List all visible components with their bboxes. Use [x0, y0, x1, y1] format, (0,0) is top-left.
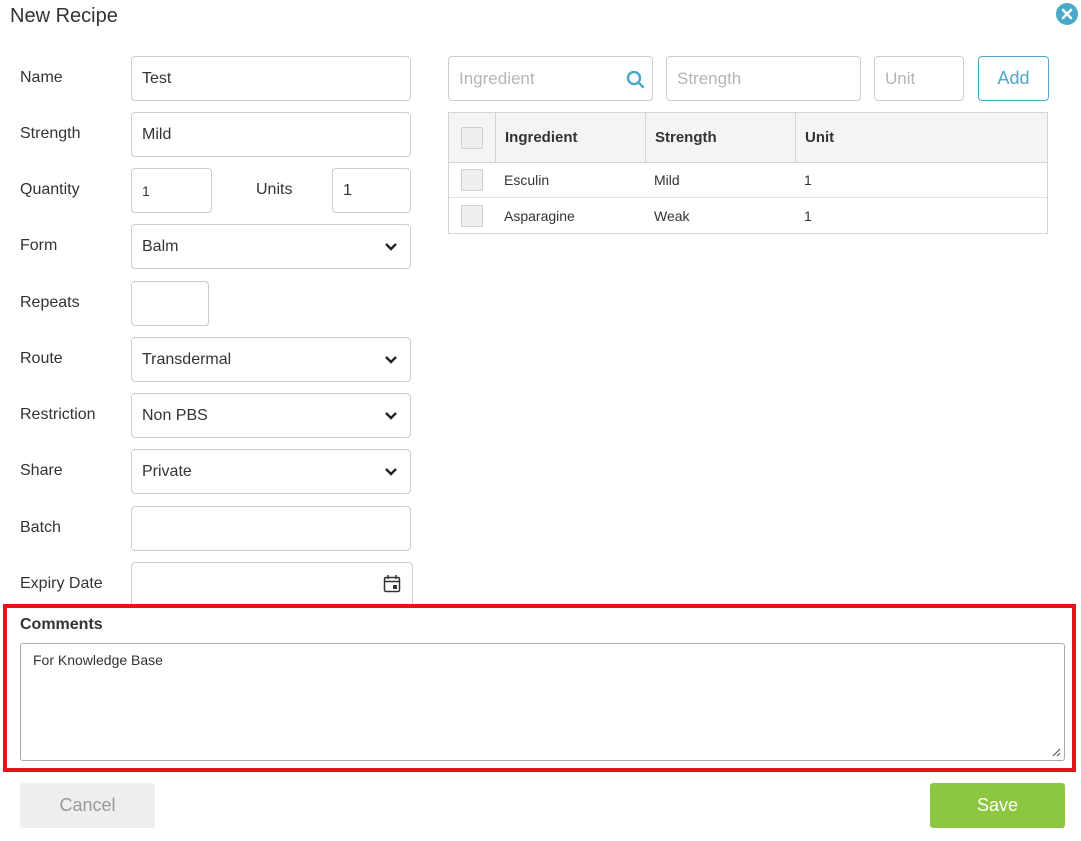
comments-label: Comments — [20, 616, 103, 633]
expiry-date-label: Expiry Date — [20, 575, 103, 592]
search-icon[interactable] — [626, 70, 645, 89]
row-checkbox-cell — [449, 198, 495, 233]
route-select[interactable]: Transdermal — [131, 337, 411, 382]
units-label: Units — [256, 181, 293, 198]
cell-strength: Mild — [654, 172, 680, 188]
strength-value: Mild — [142, 125, 172, 143]
chevron-down-icon — [385, 411, 397, 420]
select-all-cell — [449, 113, 495, 162]
batch-input[interactable] — [131, 506, 411, 551]
cell-ingredient: Asparagine — [504, 207, 575, 224]
quantity-label: Quantity — [20, 181, 80, 198]
dialog-title: New Recipe — [10, 5, 118, 27]
table-row[interactable]: Esculin Mild 1 — [449, 163, 1047, 198]
form-select[interactable]: Balm — [131, 224, 411, 269]
comments-value: For Knowledge Base — [33, 652, 163, 668]
close-icon — [1061, 8, 1073, 20]
unit-placeholder: Unit — [885, 68, 916, 88]
select-all-checkbox[interactable] — [461, 126, 483, 149]
header-ingredient[interactable]: Ingredient — [495, 113, 645, 162]
ingredients-table: Ingredient Strength Unit Esculin Mild 1 … — [448, 112, 1048, 234]
ingredient-placeholder: Ingredient — [459, 68, 535, 88]
ingredient-search-input[interactable]: Ingredient — [448, 56, 653, 101]
add-ingredient-button[interactable]: Add — [978, 56, 1049, 101]
chevron-down-icon — [385, 467, 397, 476]
cell-unit: 1 — [804, 172, 812, 188]
restriction-select[interactable]: Non PBS — [131, 393, 411, 438]
comments-textarea[interactable]: For Knowledge Base — [20, 643, 1065, 761]
form-value: Balm — [142, 237, 179, 255]
repeats-input[interactable] — [131, 281, 209, 326]
close-button[interactable] — [1056, 3, 1078, 25]
chevron-down-icon — [385, 242, 397, 251]
strength-input[interactable]: Mild — [131, 112, 411, 157]
ingredient-unit-input[interactable]: Unit — [874, 56, 964, 101]
cell-strength: Weak — [654, 207, 690, 224]
name-label: Name — [20, 69, 63, 86]
route-value: Transdermal — [142, 350, 232, 368]
strength-label: Strength — [20, 125, 81, 142]
units-value: 1 — [343, 181, 352, 199]
table-header-row: Ingredient Strength Unit — [449, 113, 1047, 163]
strength-placeholder: Strength — [677, 68, 742, 88]
header-strength[interactable]: Strength — [645, 113, 795, 162]
cancel-button[interactable]: Cancel — [20, 783, 155, 828]
form-label: Form — [20, 237, 58, 254]
share-label: Share — [20, 462, 63, 479]
share-select[interactable]: Private — [131, 449, 411, 494]
row-checkbox-cell — [449, 163, 495, 197]
chevron-down-icon — [385, 355, 397, 364]
route-label: Route — [20, 350, 63, 367]
expiry-date-input[interactable] — [131, 562, 413, 607]
resize-grip-icon[interactable] — [1051, 747, 1061, 757]
batch-label: Batch — [20, 519, 61, 536]
name-value: Test — [142, 69, 172, 87]
save-button[interactable]: Save — [930, 783, 1065, 828]
quantity-input[interactable]: 1 — [131, 168, 212, 213]
quantity-value: 1 — [142, 182, 150, 199]
header-unit[interactable]: Unit — [795, 113, 1047, 162]
name-input[interactable]: Test — [131, 56, 411, 101]
row-checkbox[interactable] — [461, 204, 483, 227]
share-value: Private — [142, 462, 192, 480]
calendar-icon[interactable] — [383, 574, 401, 593]
restriction-label: Restriction — [20, 406, 96, 423]
repeats-label: Repeats — [20, 294, 80, 311]
row-checkbox[interactable] — [461, 169, 483, 191]
cell-unit: 1 — [804, 207, 812, 224]
cell-ingredient: Esculin — [504, 172, 550, 188]
units-input[interactable]: 1 — [332, 168, 411, 213]
restriction-value: Non PBS — [142, 406, 208, 424]
ingredient-strength-input[interactable]: Strength — [666, 56, 861, 101]
table-row[interactable]: Asparagine Weak 1 — [449, 198, 1047, 233]
